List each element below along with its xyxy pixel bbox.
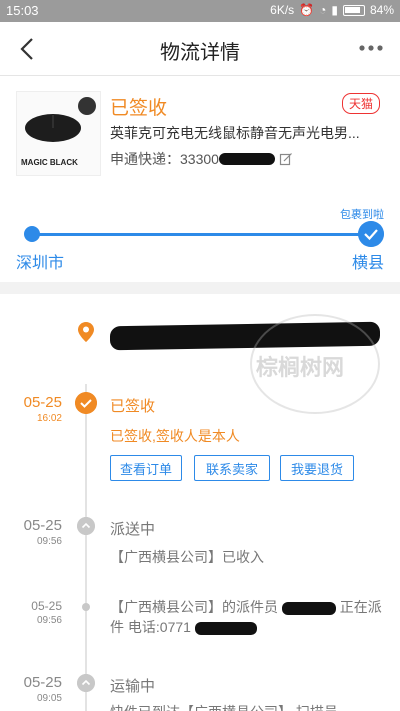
- store-badge: 天猫: [341, 93, 380, 114]
- signal-icon: ▮: [331, 3, 338, 17]
- page-title: 物流详情: [160, 42, 240, 64]
- timeline-line: [85, 384, 87, 711]
- event-date: 05-25 09:56: [23, 517, 62, 547]
- event-description: 快件已到达【广西横县公司】 扫描员: [110, 702, 390, 711]
- contact-seller-button[interactable]: 联系卖家: [194, 455, 270, 481]
- check-icon: [75, 392, 97, 414]
- status-icons: 6K/s ⏰ ◔ ▮ 84%: [270, 3, 394, 17]
- alarm-icon: ⏰: [299, 3, 315, 17]
- courier-info: 申通快递： 33300: [110, 149, 293, 169]
- event-description: 已签收,签收人是本人: [110, 428, 240, 444]
- chevron-up-icon: [77, 674, 95, 692]
- clock: 15:03: [6, 3, 39, 18]
- product-brand-text: MAGIC BLACK: [21, 158, 78, 167]
- event-date: 05-25 09:56: [31, 599, 62, 626]
- delivery-status: 已签收: [110, 98, 168, 119]
- route-line: [32, 233, 368, 236]
- event-description: 【广西横县公司】的派件员 正在派件 电话:0771: [110, 599, 382, 635]
- view-order-button[interactable]: 查看订单: [110, 455, 182, 481]
- network-speed: 6K/s: [270, 3, 295, 17]
- event-date: 05-25 16:02: [23, 394, 62, 424]
- battery-icon: [342, 4, 365, 16]
- redacted-courier-name: [281, 601, 336, 615]
- product-card[interactable]: MAGIC BLACK 已签收 天猫 英菲克可充电无线鼠标静音无声光电男... …: [0, 77, 400, 189]
- destination-city: 横县: [351, 255, 384, 272]
- origin-city: 深圳市: [16, 255, 65, 272]
- event-date: 05-25 09:05: [23, 674, 62, 704]
- wifi-icon: ◔: [319, 3, 327, 17]
- event-status: 派送中: [110, 521, 156, 538]
- origin-dot: [24, 226, 40, 242]
- event-status: 已签收: [110, 398, 156, 415]
- courier-label: 申通快递：: [110, 151, 180, 167]
- event-description: 【广西横县公司】已收入: [110, 549, 264, 565]
- battery-level: 84%: [369, 3, 394, 17]
- more-options-icon[interactable]: [356, 36, 386, 60]
- return-item-button[interactable]: 我要退货: [280, 455, 354, 481]
- event-status: 运输中: [110, 678, 156, 695]
- status-bar: 15:03 6K/s ⏰ ◔ ▮ 84%: [0, 0, 400, 22]
- route-progress: 包裹到啦 深圳市 横县: [0, 190, 400, 280]
- watermark-text: 棕榈树网: [256, 355, 345, 380]
- logistics-timeline: 棕榈树网 05-25 16:02 已签收 已签收,签收人是本人 查看订单 联系卖…: [0, 294, 400, 711]
- check-icon: [358, 221, 384, 247]
- watermark-seal: 棕榈树网: [250, 314, 380, 414]
- redacted-tracking: [218, 153, 275, 165]
- nav-bar: 物流详情: [0, 22, 400, 76]
- arrived-label: 包裹到啦: [340, 209, 384, 221]
- copy-icon[interactable]: [279, 152, 293, 166]
- chevron-up-icon: [77, 517, 95, 535]
- tracking-number: 33300: [180, 151, 219, 167]
- product-thumbnail[interactable]: MAGIC BLACK: [16, 91, 101, 176]
- redacted-phone: [194, 621, 257, 635]
- timeline-dot: [82, 603, 90, 611]
- section-divider: [0, 282, 400, 294]
- location-pin-icon: [78, 322, 94, 342]
- mouse-image-icon: [25, 97, 96, 142]
- product-name: 英菲克可充电无线鼠标静音无声光电男...: [110, 125, 360, 141]
